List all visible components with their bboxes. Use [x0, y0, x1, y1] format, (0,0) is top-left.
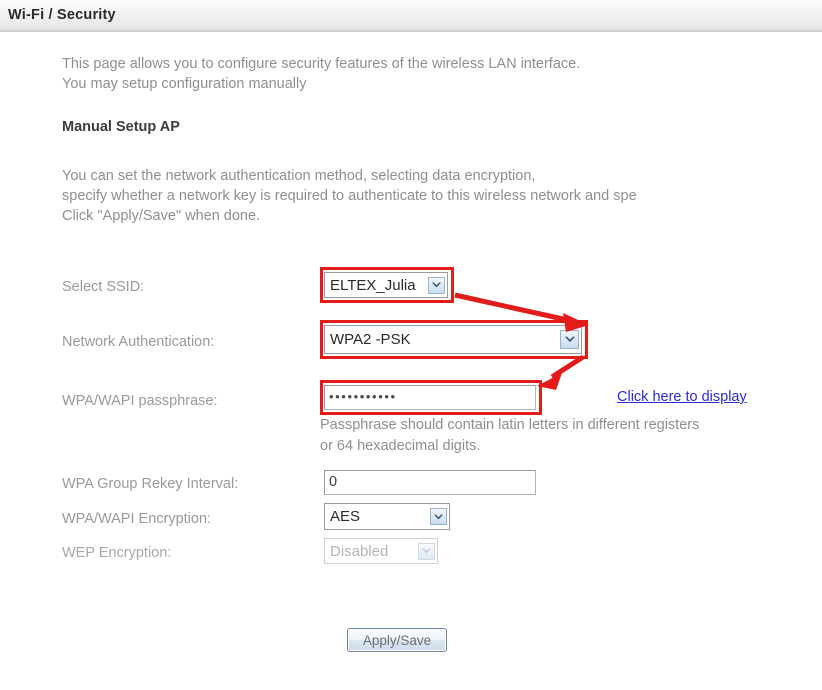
select-network-authentication[interactable]: WPA2 -PSK	[324, 325, 582, 354]
page-content: This page allows you to configure securi…	[0, 33, 822, 690]
label-wpa-wapi-encryption: WPA/WAPI Encryption:	[62, 511, 212, 527]
select-wep-encryption-value: Disabled	[330, 542, 389, 560]
input-wpa-group-rekey-interval[interactable]: 0	[324, 470, 536, 495]
detail-paragraph: You can set the network authentication m…	[62, 166, 637, 226]
select-network-authentication-value: WPA2 -PSK	[330, 331, 411, 348]
select-wpa-wapi-encryption-value: AES	[330, 508, 361, 525]
select-ssid-value: ELTEX_Julia	[330, 276, 416, 294]
chevron-down-icon[interactable]	[430, 508, 447, 525]
detail-line-2: specify whether a network key is require…	[62, 188, 637, 204]
passphrase-hint: Passphrase should contain latin letters …	[320, 415, 699, 457]
label-select-ssid: Select SSID:	[62, 279, 145, 295]
select-wep-encryption: Disabled	[324, 538, 438, 564]
intro-line-1: This page allows you to configure securi…	[62, 56, 581, 72]
input-wpa-wapi-passphrase[interactable]: •••••••••••	[324, 385, 536, 410]
chevron-down-icon[interactable]	[560, 330, 579, 349]
detail-line-1: You can set the network authentication m…	[62, 168, 536, 184]
chevron-down-icon[interactable]	[428, 276, 445, 294]
label-wep-encryption: WEP Encryption:	[62, 545, 172, 561]
link-click-here-to-display[interactable]: Click here to display	[617, 389, 747, 405]
passphrase-hint-line-1: Passphrase should contain latin letters …	[320, 417, 700, 433]
chevron-down-icon	[418, 542, 435, 560]
detail-line-3: Click "Apply/Save" when done.	[62, 208, 261, 224]
intro-paragraph: This page allows you to configure securi…	[62, 54, 580, 94]
apply-save-button[interactable]: Apply/Save	[347, 628, 447, 652]
page-header-bar: Wi-Fi / Security	[0, 0, 822, 32]
intro-line-2: You may setup configuration manually	[62, 76, 307, 92]
select-ssid[interactable]: ELTEX_Julia	[324, 272, 448, 298]
label-network-authentication: Network Authentication:	[62, 334, 215, 350]
passphrase-hint-line-2: or 64 hexadecimal digits.	[320, 438, 481, 454]
label-wpa-wapi-passphrase: WPA/WAPI passphrase:	[62, 393, 218, 409]
section-heading-manual-setup-ap: Manual Setup AP	[62, 119, 180, 135]
page-title: Wi-Fi / Security	[8, 7, 116, 23]
select-wpa-wapi-encryption[interactable]: AES	[324, 503, 450, 530]
label-wpa-group-rekey-interval: WPA Group Rekey Interval:	[62, 476, 239, 492]
